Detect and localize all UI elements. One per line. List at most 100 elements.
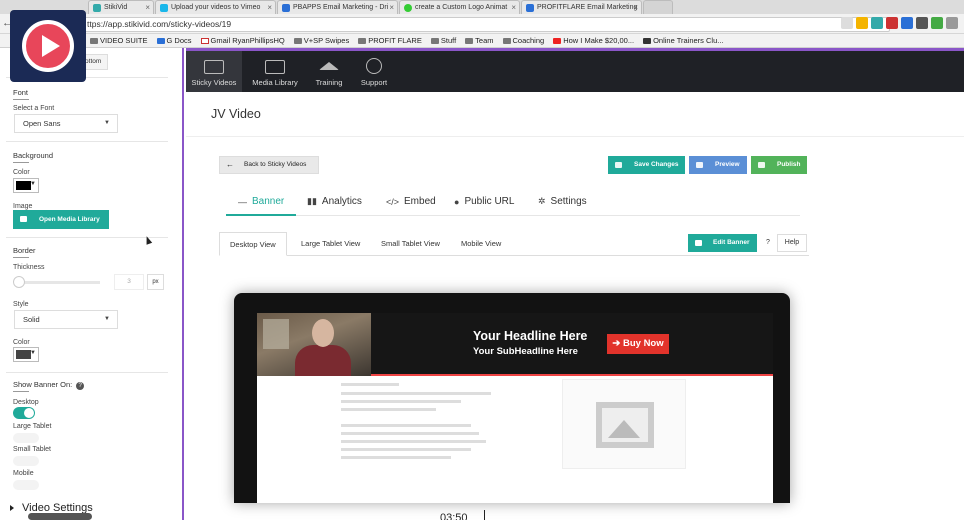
tab-label: Upload your videos to Vimeo bbox=[171, 4, 261, 11]
placeholder-text-line bbox=[341, 456, 451, 459]
bookmark-item[interactable]: G Docs bbox=[156, 36, 192, 45]
bg-color-picker[interactable]: ▼ bbox=[13, 178, 39, 193]
placeholder-text-line bbox=[341, 408, 436, 411]
border-color-picker[interactable]: ▼ bbox=[13, 347, 39, 362]
desktop-label: Desktop bbox=[13, 399, 39, 406]
buy-now-button[interactable]: ➔ Buy Now bbox=[607, 334, 669, 354]
toggle-knob bbox=[24, 408, 34, 418]
tab-label: Embed bbox=[404, 196, 436, 207]
placeholder-text-line bbox=[341, 448, 471, 451]
bookmark-item[interactable]: VIDEO SUITE bbox=[90, 36, 148, 45]
thickness-slider-handle[interactable] bbox=[13, 276, 25, 288]
select-font-label: Select a Font bbox=[13, 105, 55, 112]
tab-mobile-view[interactable]: Mobile View bbox=[451, 232, 511, 256]
star-icon[interactable] bbox=[841, 17, 853, 29]
nav-media-library[interactable]: Media Library bbox=[246, 51, 304, 92]
bookmark-label: Coaching bbox=[512, 36, 545, 45]
mobile-toggle[interactable] bbox=[13, 480, 39, 490]
preview-screen: Your Headline Here Your SubHeadline Here… bbox=[257, 313, 773, 503]
bookmark-label: How I Make $20,00... bbox=[563, 36, 635, 45]
tab-analytics[interactable]: ▮▮ Analytics bbox=[307, 196, 362, 207]
back-to-sticky-videos-button[interactable]: ← Back to Sticky Videos bbox=[219, 156, 319, 174]
placeholder-text-line bbox=[341, 392, 491, 395]
tab-large-tablet-view[interactable]: Large Tablet View bbox=[291, 232, 370, 256]
bookmark-item[interactable]: Team bbox=[465, 36, 494, 45]
border-style-select[interactable]: Solid ▼ bbox=[14, 310, 118, 329]
small-tablet-toggle[interactable] bbox=[13, 456, 39, 466]
preview-button[interactable]: Preview bbox=[689, 156, 747, 174]
browser-tab[interactable]: PBAPPS Email Marketing - Dri × bbox=[277, 0, 398, 14]
placeholder-text-line bbox=[341, 424, 471, 427]
nav-sticky-videos[interactable]: Sticky Videos bbox=[186, 51, 242, 92]
close-icon[interactable]: × bbox=[145, 3, 150, 12]
close-icon[interactable]: × bbox=[267, 3, 272, 12]
open-media-library-button[interactable]: Open Media Library bbox=[13, 210, 109, 229]
presenter-body bbox=[295, 345, 351, 376]
menu-icon[interactable] bbox=[946, 17, 958, 29]
save-changes-button[interactable]: Save Changes bbox=[608, 156, 685, 174]
bookmark-item[interactable]: Gmail RyanPhillipsHQ bbox=[200, 36, 285, 45]
sticky-videos-icon bbox=[204, 60, 224, 74]
button-label: Save Changes bbox=[634, 161, 679, 168]
browser-tab[interactable]: create a Custom Logo Animat × bbox=[399, 0, 520, 14]
extension-icon[interactable] bbox=[931, 17, 943, 29]
tab-public-url[interactable]: ● Public URL bbox=[454, 196, 514, 207]
extension-icons bbox=[841, 17, 958, 29]
extension-icon[interactable] bbox=[901, 17, 913, 29]
tab-settings[interactable]: ✲ Settings bbox=[538, 196, 587, 207]
divider bbox=[6, 141, 168, 142]
large-tablet-toggle[interactable] bbox=[13, 433, 39, 443]
tab-banner[interactable]: — Banner bbox=[225, 196, 297, 216]
bookmark-item[interactable]: Stuff bbox=[430, 36, 456, 45]
extension-icon[interactable] bbox=[886, 17, 898, 29]
color-swatch bbox=[16, 350, 31, 359]
browser-tab[interactable]: StikiVid × bbox=[88, 0, 154, 14]
nav-training[interactable]: Training bbox=[310, 51, 348, 92]
button-label: Preview bbox=[715, 161, 740, 168]
close-icon[interactable]: × bbox=[389, 3, 394, 12]
placeholder-text-line bbox=[341, 383, 399, 386]
tab-small-tablet-view[interactable]: Small Tablet View bbox=[371, 232, 450, 256]
thickness-slider-track[interactable] bbox=[14, 281, 100, 284]
bookmark-item[interactable]: Online Trainers Clu... bbox=[643, 36, 724, 45]
button-label: Edit Banner bbox=[713, 239, 750, 246]
desktop-toggle[interactable] bbox=[13, 407, 35, 419]
divider bbox=[186, 136, 964, 137]
text-cursor bbox=[484, 510, 485, 520]
tab-label: create a Custom Logo Animat bbox=[415, 4, 508, 11]
thickness-input[interactable]: 3 bbox=[114, 274, 144, 290]
edit-banner-button[interactable]: Edit Banner bbox=[688, 234, 757, 252]
image-placeholder bbox=[562, 379, 686, 469]
help-question-button[interactable]: ? bbox=[761, 234, 775, 252]
code-icon: </> bbox=[386, 196, 400, 207]
url-input[interactable]: ttps://app.stikivid.com/sticky-videos/19 bbox=[80, 17, 890, 32]
bookmark-item[interactable]: V+SP Swipes bbox=[293, 36, 349, 45]
video-thumbnail[interactable] bbox=[257, 313, 371, 376]
folder-icon bbox=[502, 37, 511, 44]
gear-icon: ✲ bbox=[538, 196, 546, 206]
tab-embed[interactable]: </> Embed bbox=[386, 196, 436, 207]
close-icon[interactable]: × bbox=[511, 3, 516, 12]
browser-tab[interactable]: PROFITFLARE Email Marketing × bbox=[521, 0, 642, 14]
nav-label: Media Library bbox=[252, 78, 298, 87]
page-title: JV Video bbox=[211, 107, 261, 121]
help-button[interactable]: Help bbox=[777, 234, 807, 252]
close-icon[interactable]: × bbox=[633, 3, 638, 12]
folder-icon bbox=[20, 216, 27, 222]
browser-tab[interactable]: Upload your videos to Vimeo × bbox=[155, 0, 276, 14]
bookmark-item[interactable]: How I Make $20,00... bbox=[553, 36, 634, 45]
extension-icon[interactable] bbox=[856, 17, 868, 29]
new-tab-button[interactable] bbox=[643, 0, 673, 14]
extension-icon[interactable] bbox=[871, 17, 883, 29]
bookmark-item[interactable]: Coaching bbox=[502, 36, 545, 45]
publish-button[interactable]: Publish bbox=[751, 156, 807, 174]
nav-support[interactable]: Support bbox=[356, 51, 392, 92]
folder-icon bbox=[90, 37, 98, 44]
edit-icon bbox=[695, 240, 702, 246]
tab-desktop-view[interactable]: Desktop View bbox=[219, 232, 287, 256]
bookmark-item[interactable]: PROFIT FLARE bbox=[358, 36, 422, 45]
help-icon[interactable]: ? bbox=[76, 382, 85, 390]
extension-icon[interactable] bbox=[916, 17, 928, 29]
font-select[interactable]: Open Sans ▼ bbox=[14, 114, 118, 133]
background-window bbox=[263, 319, 289, 349]
